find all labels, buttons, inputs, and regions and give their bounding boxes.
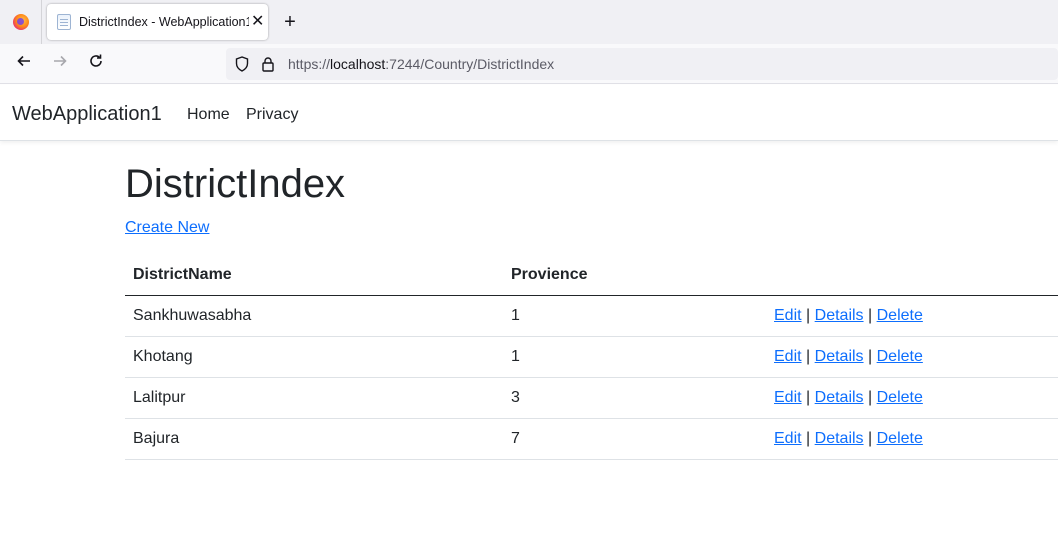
delete-link[interactable]: Delete <box>877 307 923 324</box>
nav-home-link[interactable]: Home <box>187 106 230 124</box>
district-table: DistrictName Provience Sankhuwasabha 1 Edi… <box>125 255 1058 460</box>
firefox-logo-icon <box>12 14 29 30</box>
provience-cell: 7 <box>503 418 766 460</box>
table-row: Khotang 1 Edit | Details | Delete <box>125 336 1058 378</box>
actions-cell: Edit | Details | Delete <box>766 377 1058 419</box>
delete-link[interactable]: Delete <box>877 348 923 365</box>
actions-cell: Edit | Details | Delete <box>766 295 1058 337</box>
details-link[interactable]: Details <box>815 389 864 406</box>
url-path: :7244/Country/DistrictIndex <box>385 56 555 72</box>
tab-close-icon[interactable]: ✕ <box>251 14 264 30</box>
table-header-row: DistrictName Provience <box>125 255 1058 296</box>
table-row: Bajura 7 Edit | Details | Delete <box>125 418 1058 460</box>
edit-link[interactable]: Edit <box>774 389 802 406</box>
separator: | <box>868 429 873 447</box>
create-new-link[interactable]: Create New <box>125 219 209 237</box>
header-provience: Provience <box>503 255 766 296</box>
tab-title: DistrictIndex - WebApplication1 <box>79 15 249 29</box>
details-link[interactable]: Details <box>815 348 864 365</box>
provience-cell: 1 <box>503 295 766 337</box>
details-link[interactable]: Details <box>815 430 864 447</box>
district-name-cell: Sankhuwasabha <box>125 295 503 337</box>
separator: | <box>806 306 811 324</box>
district-name-cell: Lalitpur <box>125 377 503 419</box>
separator: | <box>806 347 811 365</box>
actions-cell: Edit | Details | Delete <box>766 418 1058 460</box>
separator: | <box>806 429 811 447</box>
provience-cell: 1 <box>503 336 766 378</box>
header-district-name: DistrictName <box>125 255 503 296</box>
url-bar[interactable]: https://localhost:7244/Country/DistrictI… <box>226 48 1058 80</box>
browser-tab[interactable]: DistrictIndex - WebApplication1 ✕ <box>47 4 268 40</box>
separator: | <box>868 347 873 365</box>
reload-icon[interactable] <box>84 52 108 76</box>
firefox-menu-button[interactable] <box>0 0 42 44</box>
browser-navbar: https://localhost:7244/Country/DistrictI… <box>0 44 1058 84</box>
provience-cell: 3 <box>503 377 766 419</box>
page-favicon-icon <box>57 14 71 30</box>
details-link[interactable]: Details <box>815 307 864 324</box>
edit-link[interactable]: Edit <box>774 348 802 365</box>
separator: | <box>868 388 873 406</box>
new-tab-button[interactable]: + <box>278 10 302 34</box>
edit-link[interactable]: Edit <box>774 430 802 447</box>
district-name-cell: Khotang <box>125 336 503 378</box>
header-actions <box>766 255 1058 296</box>
lock-icon[interactable] <box>260 56 276 72</box>
edit-link[interactable]: Edit <box>774 307 802 324</box>
back-arrow-icon[interactable] <box>12 52 36 76</box>
delete-link[interactable]: Delete <box>877 430 923 447</box>
district-name-cell: Bajura <box>125 418 503 460</box>
separator: | <box>806 388 811 406</box>
delete-link[interactable]: Delete <box>877 389 923 406</box>
table-row: Lalitpur 3 Edit | Details | Delete <box>125 377 1058 419</box>
url-text: https://localhost:7244/Country/DistrictI… <box>288 56 554 72</box>
app-navbar: WebApplication1 Home Privacy <box>0 85 1058 141</box>
nav-privacy-link[interactable]: Privacy <box>246 106 298 124</box>
url-host: localhost <box>330 56 386 72</box>
separator: | <box>868 306 873 324</box>
table-row: Sankhuwasabha 1 Edit | Details | Delete <box>125 295 1058 337</box>
page-title: DistrictIndex <box>125 162 346 206</box>
forward-arrow-icon[interactable] <box>48 52 72 76</box>
url-scheme: https:// <box>288 56 331 72</box>
browser-tabstrip: DistrictIndex - WebApplication1 ✕ + <box>0 0 1058 44</box>
brand-link[interactable]: WebApplication1 <box>12 103 162 126</box>
shield-icon[interactable] <box>234 56 250 72</box>
actions-cell: Edit | Details | Delete <box>766 336 1058 378</box>
